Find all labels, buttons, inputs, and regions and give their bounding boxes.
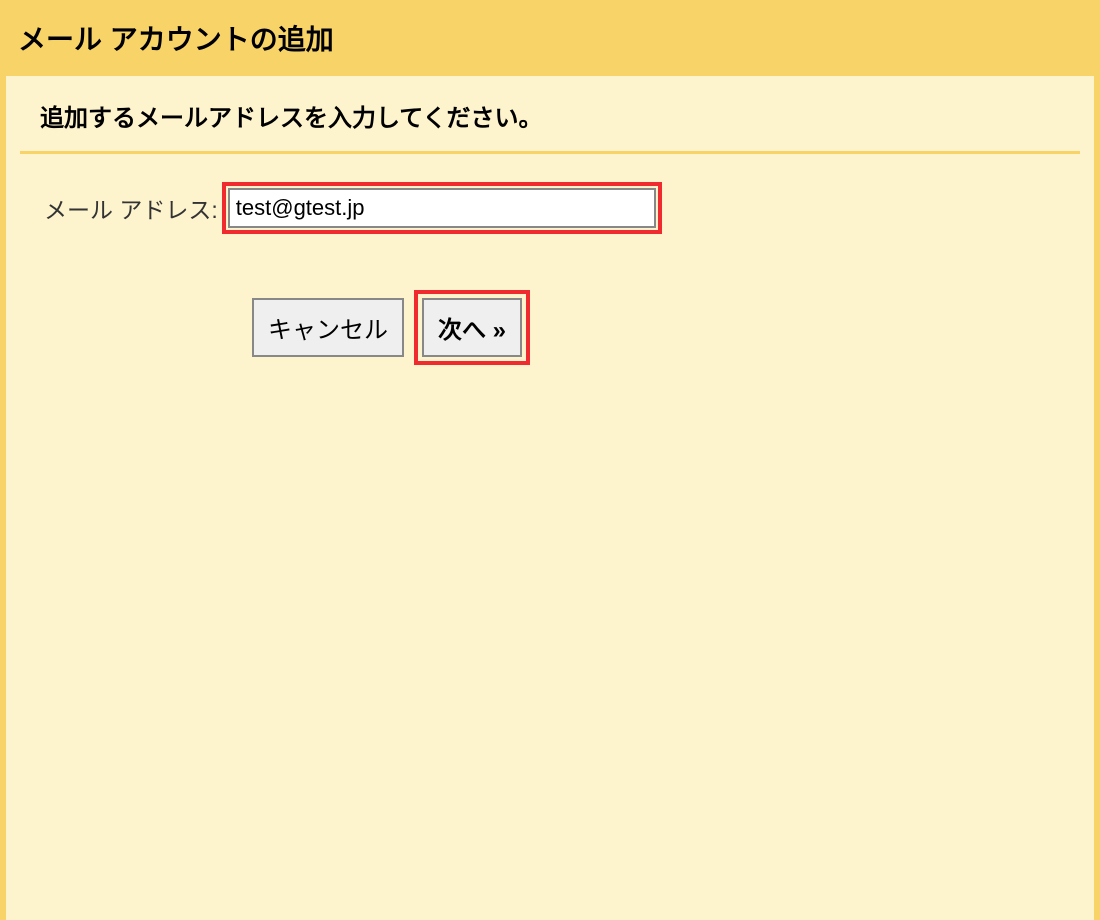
cancel-button[interactable]: キャンセル xyxy=(252,298,404,357)
button-row: キャンセル 次へ » xyxy=(44,234,738,365)
email-label: メール アドレス: xyxy=(44,191,218,225)
dialog-subtitle: 追加するメールアドレスを入力してください。 xyxy=(6,76,1094,151)
dialog-header: メール アカウントの追加 xyxy=(0,0,1100,76)
dialog-content: 追加するメールアドレスを入力してください。 メール アドレス: キャンセル 次へ… xyxy=(6,76,1094,920)
dialog-title: メール アカウントの追加 xyxy=(18,18,1082,58)
email-input-highlight xyxy=(222,182,662,234)
email-form-row: メール アドレス: xyxy=(6,154,1094,234)
email-input[interactable] xyxy=(228,188,656,228)
next-button-highlight: 次へ » xyxy=(414,290,530,365)
next-button[interactable]: 次へ » xyxy=(422,298,522,357)
